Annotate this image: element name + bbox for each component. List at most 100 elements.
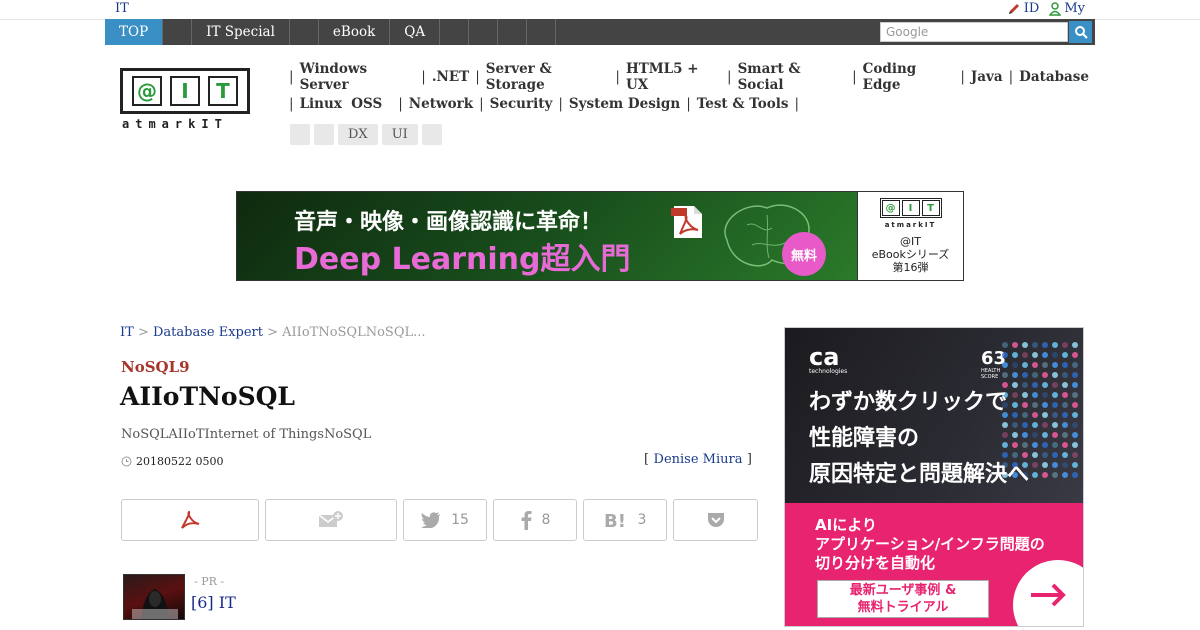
separator: |: [1008, 68, 1014, 85]
ad-cta-line: 無料トライアル: [857, 600, 949, 615]
ad-score-label: HEALTH SCORE: [981, 368, 1001, 380]
tag[interactable]: [290, 124, 310, 145]
nav-it-special[interactable]: IT Special: [192, 19, 290, 45]
facebook-count: 8: [541, 512, 551, 528]
tag[interactable]: DX: [338, 124, 378, 145]
pr-link[interactable]: [6] IT: [191, 593, 236, 612]
nav-item-blank[interactable]: [469, 19, 499, 45]
category-link[interactable]: Network: [409, 96, 473, 112]
logo-cell: T: [208, 76, 238, 106]
nav-qa[interactable]: QA: [390, 19, 441, 45]
my-link[interactable]: My: [1049, 1, 1085, 16]
separator: |: [615, 68, 620, 85]
page-title: AIIoTNoSQL: [120, 382, 295, 411]
logo-cell: @: [132, 76, 162, 106]
twitter-count: 15: [451, 512, 469, 528]
mini-logo: @ I T: [879, 198, 942, 218]
category-link[interactable]: .NET: [432, 69, 469, 85]
tag-list: DX UI: [290, 124, 442, 145]
nav-item-blank[interactable]: [290, 19, 319, 45]
separator: |: [558, 95, 563, 112]
search-button[interactable]: [1069, 21, 1092, 43]
tag[interactable]: UI: [381, 124, 418, 145]
category-link[interactable]: Java: [971, 69, 1003, 85]
category-row: | Windows Server | .NET | Server & Storage…: [289, 61, 1089, 93]
nav-top[interactable]: TOP: [105, 19, 164, 45]
pocket-icon: [707, 513, 724, 527]
ad-subline: 切り分けを自動化: [815, 554, 936, 572]
mini-logo-cell: T: [921, 200, 940, 216]
category-link[interactable]: Server & Storage: [486, 61, 610, 93]
author-name[interactable]: Denise Miura: [654, 452, 743, 467]
sidebar-ad[interactable]: ca technologies 63 HEALTH SCORE わずか数クリック…: [784, 327, 1084, 627]
tag[interactable]: [421, 124, 442, 145]
top-strip: IT ID My: [0, 0, 1200, 20]
pr-label: - PR -: [194, 575, 225, 588]
arrow-right-icon: [1031, 583, 1066, 607]
article-series: NoSQL9: [121, 358, 190, 376]
category-nav: | Windows Server | .NET | Server & Storage…: [289, 61, 1089, 122]
separator: |: [421, 68, 426, 85]
nav-item-blank[interactable]: [163, 19, 193, 45]
ad-subline: アプリケーション/インフラ問題の: [815, 535, 1045, 553]
nav-item-blank[interactable]: [527, 19, 557, 45]
breadcrumb-home[interactable]: IT: [120, 325, 134, 340]
site-logo[interactable]: @ I T atmarkIT: [120, 68, 250, 132]
separator: |: [686, 95, 691, 112]
category-row: | Linux OSS | Network | Security | System D…: [289, 95, 1089, 112]
id-link[interactable]: ID: [1007, 1, 1039, 16]
main-nav: TOP IT Special eBook QA Google: [105, 19, 1095, 45]
tag[interactable]: [314, 124, 334, 145]
search-icon: [1074, 26, 1088, 39]
ad-headline: 原因特定と問題解決へ: [809, 462, 1030, 487]
author-bracket: [: [644, 452, 650, 467]
breadcrumb-section[interactable]: Database Expert: [153, 325, 263, 340]
breadcrumb-separator: >: [262, 325, 283, 340]
ad-subline: AIにより: [815, 516, 877, 534]
ad-cta-line: 最新ユーザ事例 &: [849, 583, 957, 598]
separator: |: [479, 95, 484, 112]
category-link[interactable]: Windows Server: [300, 61, 416, 93]
separator: |: [475, 68, 480, 85]
pdf-button[interactable]: [121, 499, 259, 541]
category-link[interactable]: Linux OSS: [300, 96, 383, 112]
ebook-banner[interactable]: 音声・映像・画像認識に革命！ Deep Learning超入門 無料 @ I T…: [236, 191, 964, 281]
facebook-icon: [521, 511, 532, 530]
separator: |: [398, 95, 403, 112]
site-label[interactable]: IT: [115, 1, 129, 16]
svg-text:B!: B!: [604, 511, 626, 529]
date-text: 20180522 0500: [136, 455, 224, 468]
breadcrumb-separator: >: [133, 325, 153, 340]
category-link[interactable]: Security: [490, 96, 553, 112]
separator: |: [289, 95, 294, 112]
separator: |: [960, 68, 965, 85]
nav-item-blank[interactable]: [498, 19, 528, 45]
nav-ebook[interactable]: eBook: [319, 19, 391, 45]
ad-headline: 性能障害の: [809, 426, 920, 451]
ad-cta-button[interactable]: 最新ユーザ事例 & 無料トライアル: [817, 580, 989, 618]
clock-icon: [121, 456, 132, 467]
banner-main: 音声・映像・画像認識に革命！ Deep Learning超入門 無料: [237, 192, 857, 280]
pr-thumbnail[interactable]: [123, 574, 185, 620]
ad-brand-sub: technologies: [809, 368, 848, 375]
pdf-icon: [671, 206, 702, 238]
mini-logo-cell: I: [901, 200, 920, 216]
category-link[interactable]: HTML5 + UX: [626, 61, 721, 93]
account-links: ID My: [1007, 1, 1085, 16]
search-input[interactable]: Google: [880, 22, 1068, 42]
twitter-share-button[interactable]: 15: [403, 499, 487, 541]
nav-item-blank[interactable]: [440, 19, 470, 45]
hatena-icon: B!: [604, 511, 626, 529]
category-link[interactable]: Database: [1019, 69, 1089, 85]
category-link[interactable]: System Design: [569, 96, 680, 112]
category-link[interactable]: Coding Edge: [863, 61, 955, 93]
category-link[interactable]: Smart & Social: [738, 61, 847, 93]
author-byline: [ Denise Miura ]: [644, 452, 752, 467]
hatena-bookmark-button[interactable]: B! 3: [583, 499, 667, 541]
mini-logo-cell: @: [881, 200, 900, 216]
banner-side-line: eBookシリーズ: [871, 248, 950, 261]
pocket-button[interactable]: [673, 499, 758, 541]
mail-button[interactable]: [265, 499, 397, 541]
category-link[interactable]: Test & Tools: [697, 96, 789, 112]
facebook-share-button[interactable]: 8: [493, 499, 577, 541]
